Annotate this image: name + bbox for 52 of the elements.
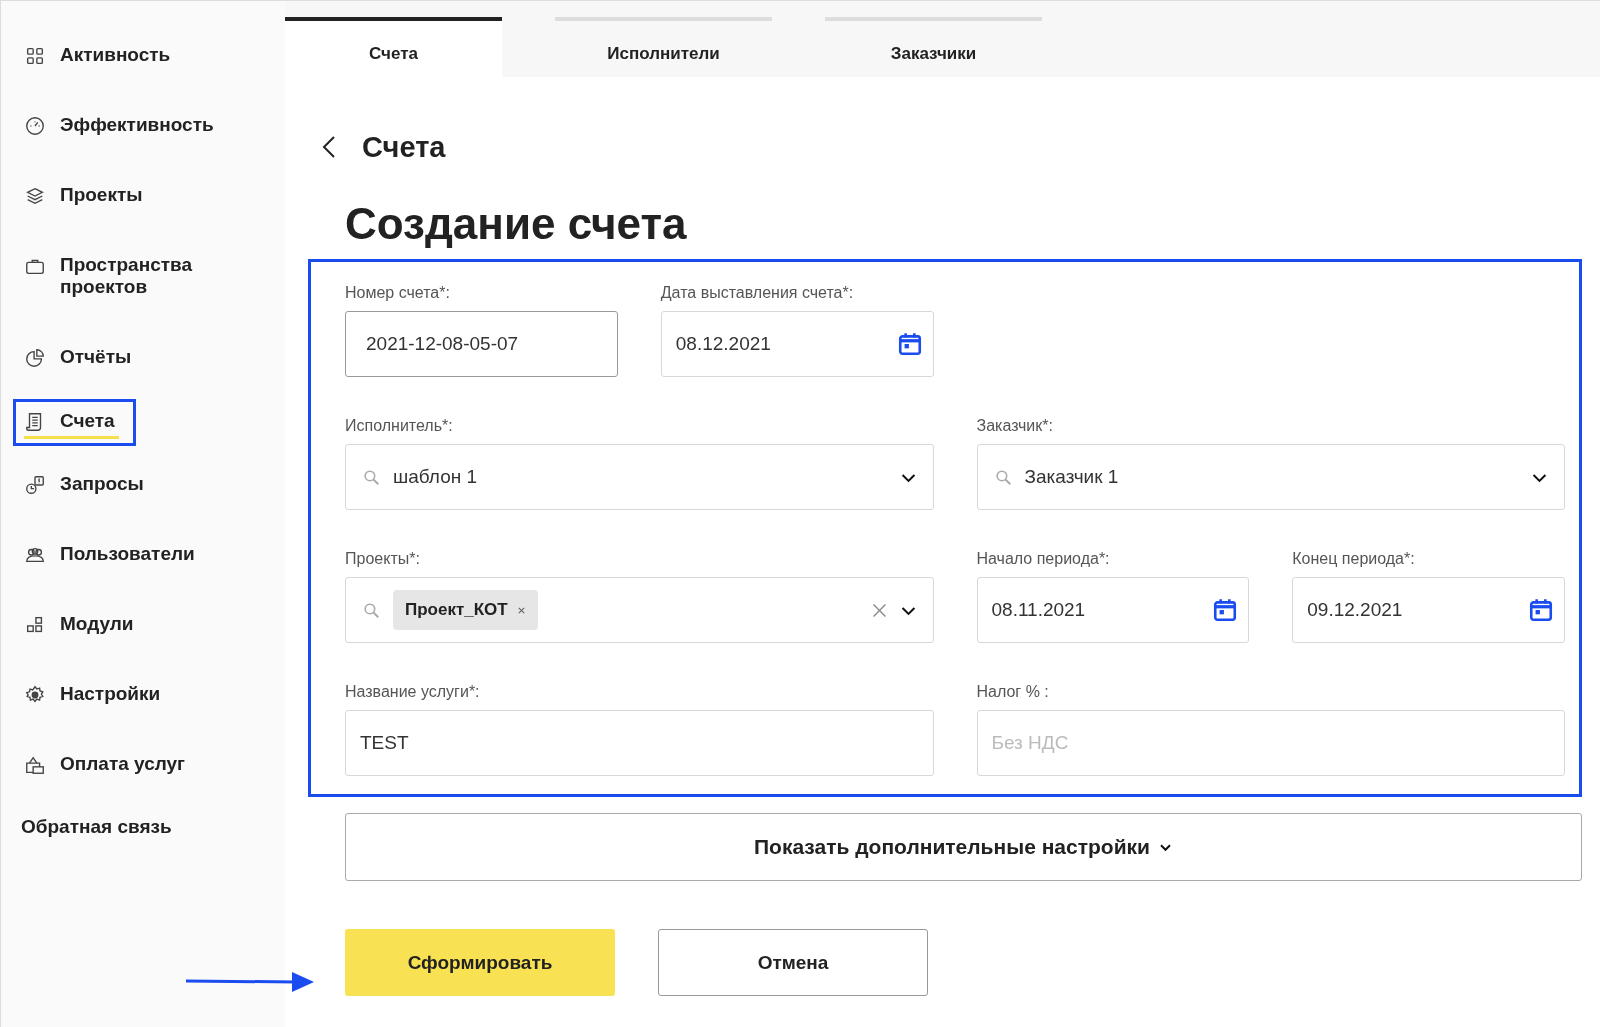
submit-button[interactable]: Сформировать bbox=[345, 929, 615, 996]
calendar-icon[interactable] bbox=[1528, 597, 1554, 623]
feedback-link[interactable]: Обратная связь bbox=[21, 816, 172, 838]
sidebar-item[interactable]: Оплата услуг bbox=[13, 742, 221, 790]
gauge-icon bbox=[24, 115, 46, 137]
field-label: Заказчик*: bbox=[976, 417, 1054, 435]
grid-icon bbox=[24, 45, 46, 67]
field-label: Номер счета*: bbox=[345, 284, 451, 302]
calendar-icon[interactable] bbox=[1212, 597, 1239, 623]
sidebar-item[interactable]: Пользователи bbox=[13, 532, 221, 580]
layers-icon bbox=[24, 185, 46, 207]
sidebar-item[interactable]: Активность bbox=[13, 33, 221, 81]
field-label: Конец периода*: bbox=[1292, 550, 1416, 568]
remove-tag-icon[interactable] bbox=[516, 605, 526, 615]
search-icon bbox=[362, 467, 381, 487]
sidebar-item[interactable]: Эффективность bbox=[13, 103, 221, 151]
sidebar-item[interactable]: Пространства проектов bbox=[13, 243, 221, 313]
tab[interactable]: Заказчики bbox=[825, 17, 1042, 77]
tag-label: Проект_КОТ bbox=[405, 600, 508, 620]
select-field[interactable]: Проект_КОТ bbox=[345, 577, 934, 643]
tab[interactable]: Исполнители bbox=[555, 17, 772, 77]
field-label: Начало периода*: bbox=[976, 550, 1111, 568]
calendar-icon[interactable] bbox=[896, 331, 923, 357]
pie-chart-icon bbox=[24, 347, 46, 369]
date-field[interactable]: 08.11.2021 bbox=[976, 577, 1250, 643]
sidebar-item[interactable]: Проекты bbox=[13, 173, 221, 221]
more-settings-button[interactable]: Показать дополнительные настройки bbox=[345, 813, 1582, 881]
input-field[interactable]: TEST bbox=[345, 710, 934, 776]
tab[interactable]: Счета bbox=[285, 17, 502, 77]
field-label: Название услуги*: bbox=[345, 683, 481, 701]
sidebar-item[interactable]: Отчёты bbox=[13, 335, 221, 383]
field-label: Налог % : bbox=[976, 683, 1050, 701]
sidebar-item[interactable]: Счета bbox=[13, 399, 136, 446]
basket-icon bbox=[24, 754, 46, 776]
select-field[interactable]: шаблон 1 bbox=[345, 444, 934, 510]
back-chevron-icon[interactable] bbox=[322, 135, 336, 159]
sidebar-item[interactable]: Запросы bbox=[13, 462, 221, 510]
date-field[interactable]: 08.12.2021 bbox=[660, 311, 934, 377]
input-field[interactable]: 2021-12-08-05-07 bbox=[345, 311, 618, 377]
breadcrumb-title: Счета bbox=[362, 130, 446, 164]
select-field[interactable]: Заказчик 1 bbox=[976, 444, 1565, 510]
search-icon bbox=[362, 600, 381, 620]
field-label: Дата выставления счета*: bbox=[660, 284, 855, 302]
sidebar-item[interactable]: Настройки bbox=[13, 672, 221, 720]
field-label: Исполнитель*: bbox=[345, 417, 454, 435]
date-field[interactable]: 09.12.2021 bbox=[1292, 577, 1565, 643]
cancel-button[interactable]: Отмена bbox=[658, 929, 928, 996]
clock-alert-icon bbox=[24, 474, 46, 496]
search-icon bbox=[993, 467, 1013, 487]
sidebar-item[interactable]: Модули bbox=[13, 602, 221, 650]
page-title: Создание счета bbox=[345, 198, 688, 250]
field-label: Проекты*: bbox=[345, 550, 421, 568]
